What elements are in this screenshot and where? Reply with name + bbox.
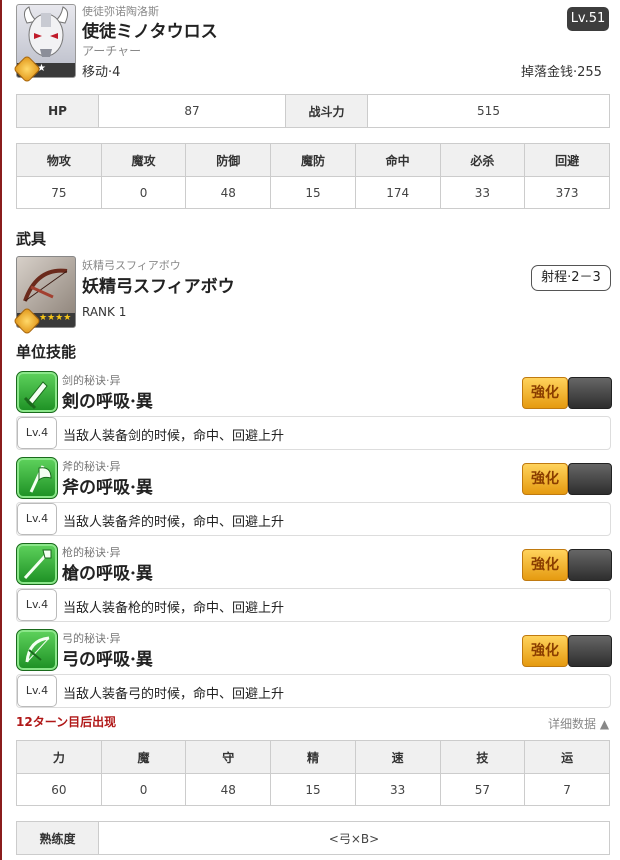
enhance-button[interactable]: 強化 xyxy=(522,549,568,581)
stat-header: 魔攻 xyxy=(100,143,187,177)
attr-value: 60 xyxy=(16,773,102,806)
power-value: 515 xyxy=(367,94,610,128)
weapon-range: 射程·2－3 xyxy=(531,265,611,291)
weapon-section-title: 武具 xyxy=(16,230,47,248)
skill-slot-button[interactable] xyxy=(568,463,612,495)
skill-description: 当敌人装备弓的时候，命中、回避上升 xyxy=(63,687,285,702)
unit-name: 使徒ミノタウロス xyxy=(82,22,218,42)
attr-value: 0 xyxy=(100,773,187,806)
skill-description: 当敌人装备枪的时候，命中、回避上升 xyxy=(63,601,285,616)
stat-header: 回避 xyxy=(524,143,610,177)
attr-value: 33 xyxy=(354,773,441,806)
left-border xyxy=(0,0,2,860)
drop-label: 掉落金钱· xyxy=(521,65,578,80)
attr-value: 7 xyxy=(524,773,610,806)
power-label: 战斗力 xyxy=(285,94,368,128)
skill-detail-row: Lv.4 当敌人装备剑的时候，命中、回避上升 xyxy=(16,416,611,450)
stat-value: 373 xyxy=(524,176,610,209)
attributes-table: 力 魔 守 精 速 技 运 60 0 48 15 33 57 7 xyxy=(16,740,610,806)
stat-header: 防御 xyxy=(185,143,272,177)
unit-class: アーチャー xyxy=(82,44,142,58)
skill-name: 弓の呼吸·異 xyxy=(62,650,153,670)
attr-header: 技 xyxy=(439,740,526,774)
appear-turn-text: 12ターン目后出现 xyxy=(16,715,117,729)
attr-value: 15 xyxy=(270,773,356,806)
enhance-button[interactable]: 強化 xyxy=(522,463,568,495)
stat-header: 必杀 xyxy=(439,143,526,177)
stat-value: 0 xyxy=(100,176,187,209)
weapon-stars: ★★★★ xyxy=(39,313,72,323)
skill-category: 斧的秘诀·异 xyxy=(62,460,121,473)
skill-name: 斧の呼吸·異 xyxy=(62,478,153,498)
attr-value: 57 xyxy=(439,773,526,806)
skill-detail-row: Lv.4 当敌人装备弓的时候，命中、回避上升 xyxy=(16,674,611,708)
attr-header: 精 xyxy=(270,740,356,774)
skill-slot-button[interactable] xyxy=(568,635,612,667)
stat-value: 15 xyxy=(270,176,356,209)
attr-header: 守 xyxy=(185,740,272,774)
bow-weapon-icon xyxy=(23,268,68,302)
skill-detail-row: Lv.4 当敌人装备枪的时候，命中、回避上升 xyxy=(16,588,611,622)
attr-header: 力 xyxy=(16,740,102,774)
skill-detail-row: Lv.4 当敌人装备斧的时候，命中、回避上升 xyxy=(16,502,611,536)
skill-name: 槍の呼吸·異 xyxy=(62,564,153,584)
skill-slot-button[interactable] xyxy=(568,377,612,409)
hp-value: 87 xyxy=(98,94,286,128)
skill-level: Lv.4 xyxy=(17,589,57,621)
proficiency-value: <弓×B> xyxy=(98,821,610,855)
move-label: 移动· xyxy=(82,65,113,80)
summary-table: HP 87 战斗力 515 xyxy=(16,94,610,128)
weapon-rank: RANK 1 xyxy=(82,305,127,319)
proficiency-table: 熟练度 <弓×B> xyxy=(16,821,610,855)
move-value: 4 xyxy=(112,65,121,80)
attr-value: 48 xyxy=(185,773,272,806)
attr-header: 速 xyxy=(354,740,441,774)
skill-name: 剣の呼吸·異 xyxy=(62,392,153,412)
attr-header: 魔 xyxy=(100,740,187,774)
detail-data-link[interactable]: 详细数据 ▲ xyxy=(548,715,609,732)
stat-header: 物攻 xyxy=(16,143,102,177)
level-badge: Lv.51 xyxy=(567,7,609,31)
attr-header: 运 xyxy=(524,740,610,774)
move-stat: 移动·4 xyxy=(82,61,120,80)
stat-value: 33 xyxy=(439,176,526,209)
skill-description: 当敌人装备斧的时候，命中、回避上升 xyxy=(63,515,285,530)
drop-value: 255 xyxy=(577,65,602,80)
enhance-button[interactable]: 強化 xyxy=(522,377,568,409)
bow-icon xyxy=(16,629,58,671)
sword-icon xyxy=(16,371,58,413)
skill-level: Lv.4 xyxy=(17,417,57,449)
skill-level: Lv.4 xyxy=(17,675,57,707)
stat-header: 魔防 xyxy=(270,143,356,177)
axe-icon xyxy=(16,457,58,499)
proficiency-label: 熟练度 xyxy=(16,821,99,855)
stat-value: 75 xyxy=(16,176,102,209)
weapon-subtitle: 妖精弓スフィアボウ xyxy=(82,259,181,272)
drop-gold: 掉落金钱·255 xyxy=(521,61,602,80)
skill-category: 剑的秘诀·异 xyxy=(62,374,121,387)
spear-icon xyxy=(16,543,58,585)
stat-header: 命中 xyxy=(354,143,441,177)
skill-slot-button[interactable] xyxy=(568,549,612,581)
stat-value: 174 xyxy=(354,176,441,209)
skill-category: 弓的秘诀·异 xyxy=(62,632,121,645)
hp-label: HP xyxy=(16,94,99,128)
skills-section-title: 单位技能 xyxy=(16,343,77,361)
combat-stats-table: 物攻 魔攻 防御 魔防 命中 必杀 回避 75 0 48 15 174 33 3… xyxy=(16,143,610,209)
skill-level: Lv.4 xyxy=(17,503,57,535)
weapon-name: 妖精弓スフィアボウ xyxy=(82,277,235,297)
stat-value: 48 xyxy=(185,176,272,209)
enhance-button[interactable]: 強化 xyxy=(522,635,568,667)
skill-description: 当敌人装备剑的时候，命中、回避上升 xyxy=(63,429,285,444)
skill-category: 枪的秘诀·异 xyxy=(62,546,121,559)
